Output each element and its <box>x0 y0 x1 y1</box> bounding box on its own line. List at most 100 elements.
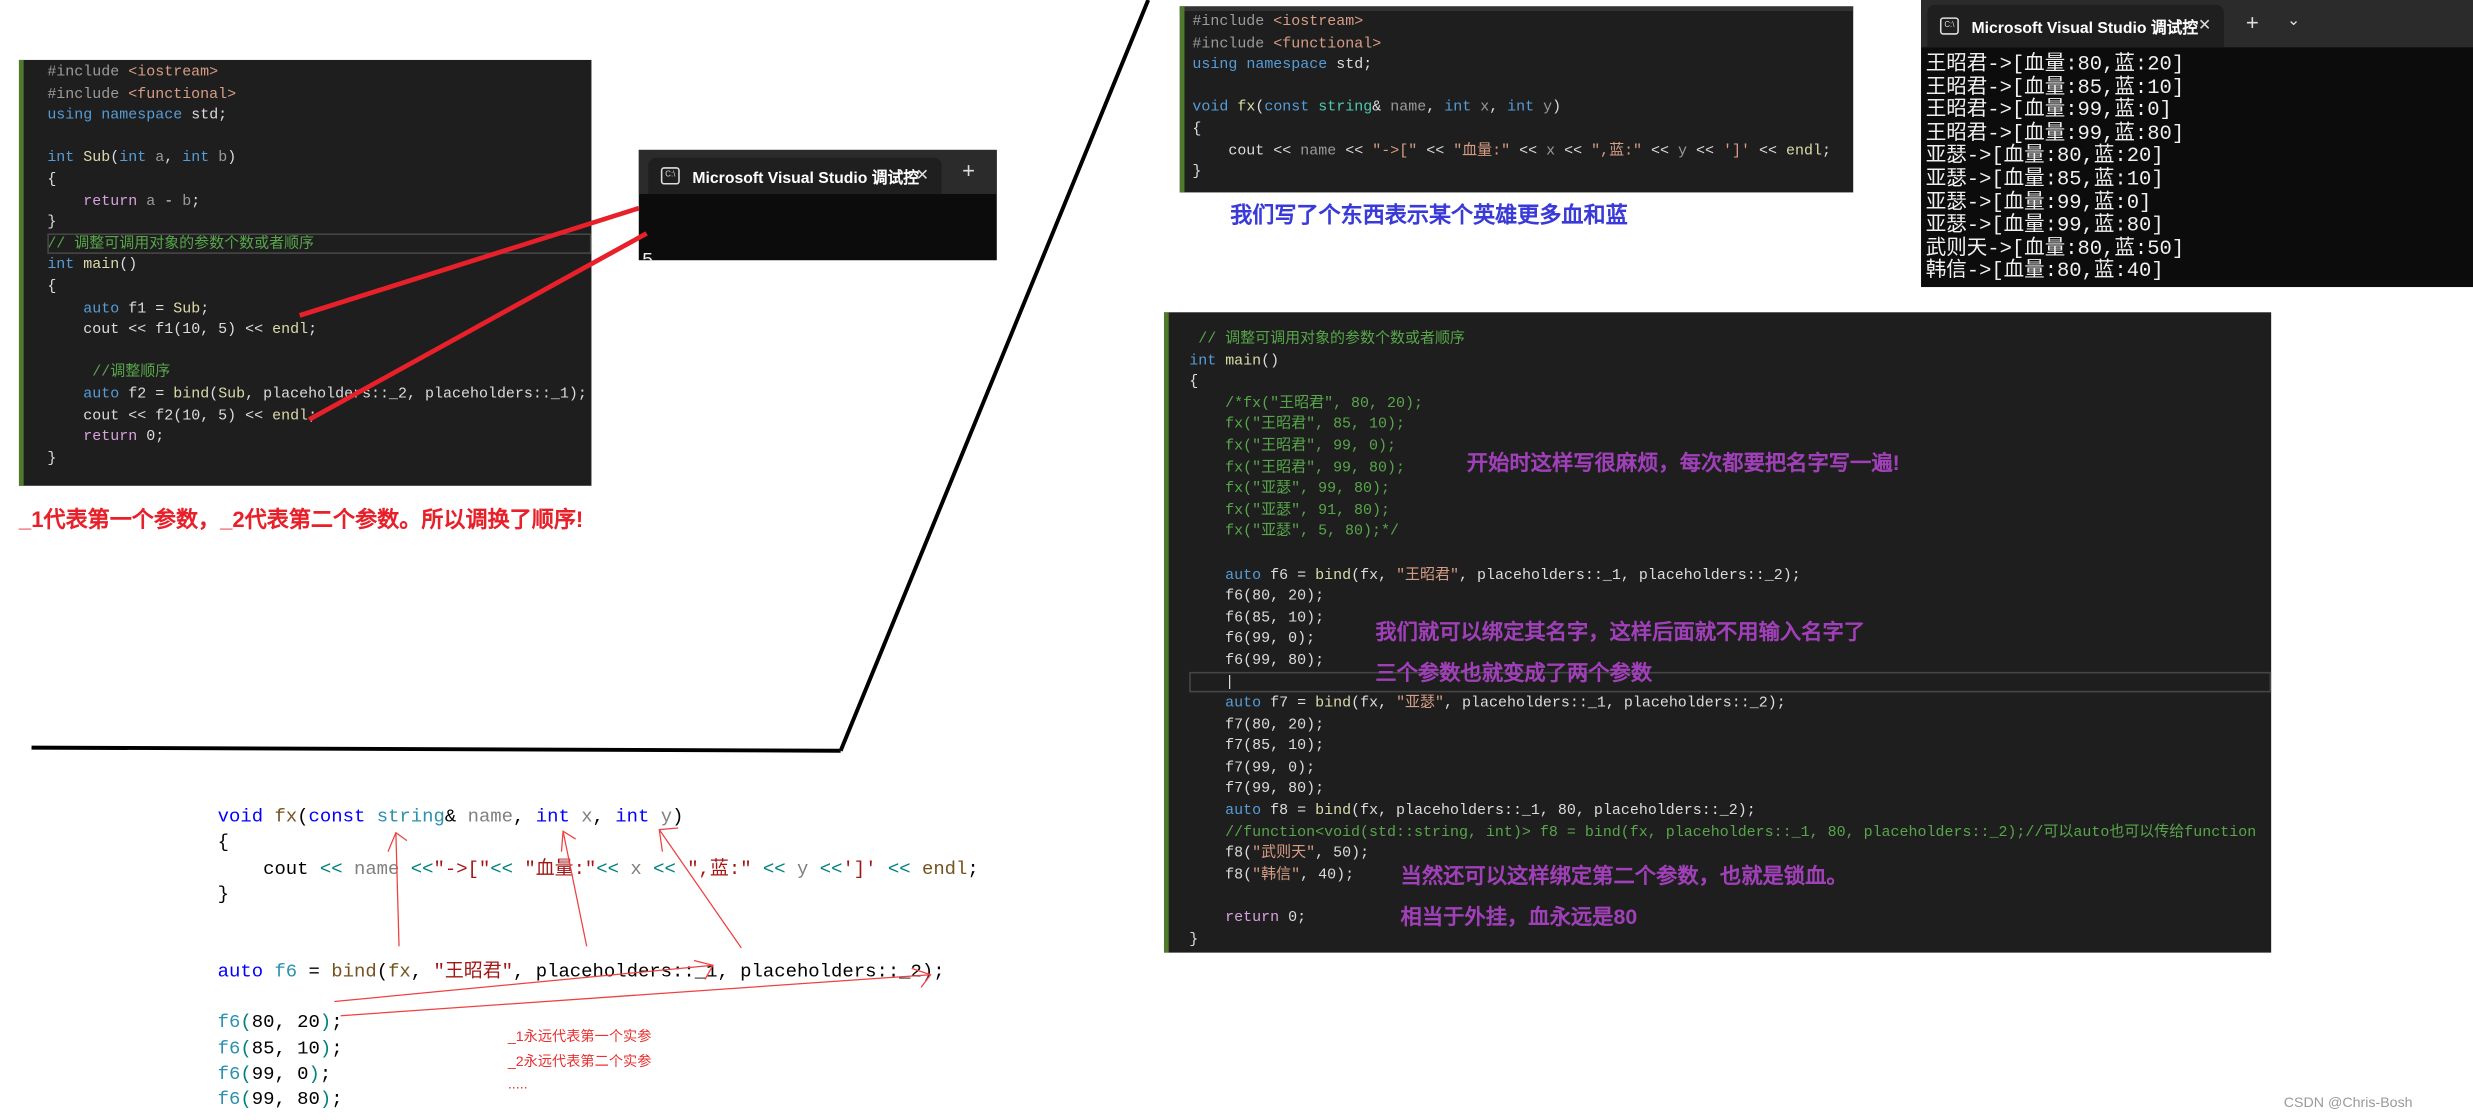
code-line[interactable]: auto f6 = bind(fx, "王昭君", placeholders::… <box>218 959 979 985</box>
code-line[interactable]: { <box>1189 371 2271 392</box>
new-tab-icon[interactable]: + <box>962 158 975 183</box>
note-placeholder-1: _1永远代表第一个实参 <box>507 1028 652 1045</box>
dropdown-chevron-icon[interactable]: ⌄ <box>2287 13 2300 30</box>
code-line[interactable] <box>218 933 979 959</box>
code-token: main <box>1225 351 1262 369</box>
code-line[interactable]: int Sub(int a, int b) <box>47 147 591 168</box>
code-token: , 40); <box>1300 865 1355 883</box>
output-line: 5 <box>641 249 654 261</box>
code-token: auto <box>1189 801 1262 819</box>
code-line[interactable]: } <box>218 881 979 907</box>
code-line[interactable]: | <box>1189 671 2272 693</box>
code-line[interactable]: f6(99, 80); <box>1189 650 2271 671</box>
code-token: endl <box>272 320 309 338</box>
output-line: 王昭君->[血量:85,蓝:10] <box>1925 75 2185 99</box>
code-editor-sub: #include <iostream> #include <functional>… <box>18 59 592 486</box>
code-token: f7 = <box>1261 694 1316 712</box>
code-line[interactable]: auto f2 = bind(Sub, placeholders::_2, pl… <box>47 383 591 404</box>
code-line[interactable]: cout << f1(10, 5) << endl; <box>47 319 591 340</box>
code-line[interactable]: { <box>47 276 591 297</box>
code-line[interactable]: return 0; <box>1189 907 2271 928</box>
code-line[interactable]: { <box>47 169 591 190</box>
code-line[interactable]: auto f8 = bind(fx, placeholders::_1, 80,… <box>1189 800 2271 821</box>
code-line[interactable] <box>1189 542 2271 563</box>
code-line[interactable]: auto f1 = Sub; <box>47 297 591 318</box>
code-line[interactable]: //调整顺序 <box>47 362 591 383</box>
code-token: () <box>1261 351 1280 369</box>
code-line[interactable]: cout << name <<"->["<< "血量:"<< x << ",蓝:… <box>218 856 979 882</box>
code-line[interactable]: } <box>47 447 591 468</box>
code-token: (fx, <box>1351 694 1397 712</box>
code-line[interactable]: /*fx("王昭君", 80, 20); <box>1189 392 2271 413</box>
close-tab-icon[interactable]: ✕ <box>916 167 929 184</box>
code-line[interactable]: cout << name << "->[" << "血量:" << x << "… <box>1192 140 1853 161</box>
code-token: f6 <box>263 960 298 983</box>
code-line[interactable]: f7(85, 10); <box>1189 735 2271 756</box>
new-tab-icon[interactable]: + <box>2246 9 2259 34</box>
code-token: f1(10, 5) << <box>155 320 273 338</box>
code-line[interactable]: fx("亚瑟", 5, 80);*/ <box>1189 521 2271 542</box>
code-line[interactable]: f7(99, 0); <box>1189 757 2271 778</box>
code-token: <functional> <box>128 84 237 102</box>
close-tab-icon[interactable]: ✕ <box>2198 17 2211 34</box>
code-line[interactable]: fx("亚瑟", 99, 80); <box>1189 478 2271 499</box>
code-line[interactable]: cout << f2(10, 5) << endl; <box>47 405 591 426</box>
code-token: << <box>876 857 911 880</box>
code-line[interactable] <box>47 126 591 147</box>
code-line[interactable]: //function<void(std::string, int)> f8 = … <box>1189 821 2271 842</box>
code-line[interactable] <box>218 984 979 1010</box>
code-line[interactable]: f6(99, 80); <box>218 1087 979 1113</box>
code-line[interactable]: f7(99, 80); <box>1189 778 2271 799</box>
code-line[interactable]: fx("亚瑟", 91, 80); <box>1189 500 2271 521</box>
code-line[interactable]: #include <functional> <box>47 83 591 104</box>
code-token: , placeholders::_2, placeholders::_1); <box>245 384 587 403</box>
code-token: , <box>1426 98 1445 116</box>
code-token: // 调整可调用对象的参数个数或者顺序 <box>1189 329 1465 347</box>
code-line[interactable]: f6(80, 20); <box>1189 585 2271 606</box>
code-line[interactable]: using namespace std; <box>47 104 591 125</box>
code-token: } <box>1192 162 1202 181</box>
code-line[interactable]: void fx(const string& name, int x, int y… <box>1192 97 1853 118</box>
code-line[interactable]: auto f7 = bind(fx, "亚瑟", placeholders::_… <box>1189 693 2271 714</box>
code-line[interactable]: void fx(const string& name, int x, int y… <box>218 804 979 830</box>
code-token: endl <box>1785 141 1822 159</box>
code-line[interactable] <box>47 340 591 361</box>
code-token: ( <box>240 1037 252 1060</box>
console-tab[interactable]: C:\ Microsoft Visual Studio 调试控 ✕ <box>1927 4 2224 48</box>
code-line[interactable]: #include <functional> <box>1192 32 1853 53</box>
code-line[interactable]: } <box>1189 928 2271 949</box>
code-token: int <box>615 805 650 829</box>
code-line[interactable]: f7(80, 20); <box>1189 714 2271 735</box>
code-token: auto <box>47 384 120 403</box>
code-line[interactable]: auto f6 = bind(fx, "王昭君", placeholders::… <box>1189 564 2271 585</box>
code-line[interactable]: } <box>1192 161 1853 182</box>
code-line[interactable] <box>1192 75 1853 96</box>
code-line[interactable]: int main() <box>1189 349 2271 370</box>
code-line[interactable]: // 调整可调用对象的参数个数或者顺序 <box>1189 328 2271 349</box>
code-line[interactable]: { <box>1192 118 1853 139</box>
code-line[interactable]: } <box>47 212 591 233</box>
code-line[interactable]: using namespace std; <box>1192 54 1853 75</box>
code-line[interactable]: fx("王昭君", 85, 10); <box>1189 414 2271 435</box>
code-token: void <box>1192 98 1229 116</box>
code-token: int <box>119 148 147 167</box>
code-line[interactable] <box>218 907 979 933</box>
code-line[interactable]: int main() <box>47 254 591 275</box>
code-token: "血量:" <box>1453 141 1511 159</box>
console-tab[interactable]: C:\ Microsoft Visual Studio 调试控 ✕ <box>648 157 942 194</box>
code-line[interactable]: #include <iostream> <box>1192 11 1853 32</box>
code-line[interactable]: { <box>218 830 979 856</box>
code-line[interactable]: return 0; <box>47 426 591 447</box>
code-line[interactable]: #include <iostream> <box>47 62 591 83</box>
code-token: "武则天" <box>1252 844 1316 862</box>
code-token: ; <box>319 1062 332 1086</box>
code-line[interactable]: // 调整可调用对象的参数个数或者顺序 <box>47 233 592 255</box>
code-token: x <box>569 805 593 829</box>
note-lock-blood: 当然还可以这样绑定第二个参数，也就是锁血。 <box>1400 864 1848 888</box>
code-token: { <box>1192 119 1202 138</box>
code-token: main <box>83 256 120 274</box>
console-output: 5 -5 <box>642 202 710 260</box>
console-tab-bar: C:\ Microsoft Visual Studio 调试控 ✕ + <box>638 149 997 194</box>
code-line[interactable]: return a - b; <box>47 190 591 211</box>
code-token: fx <box>388 960 411 983</box>
